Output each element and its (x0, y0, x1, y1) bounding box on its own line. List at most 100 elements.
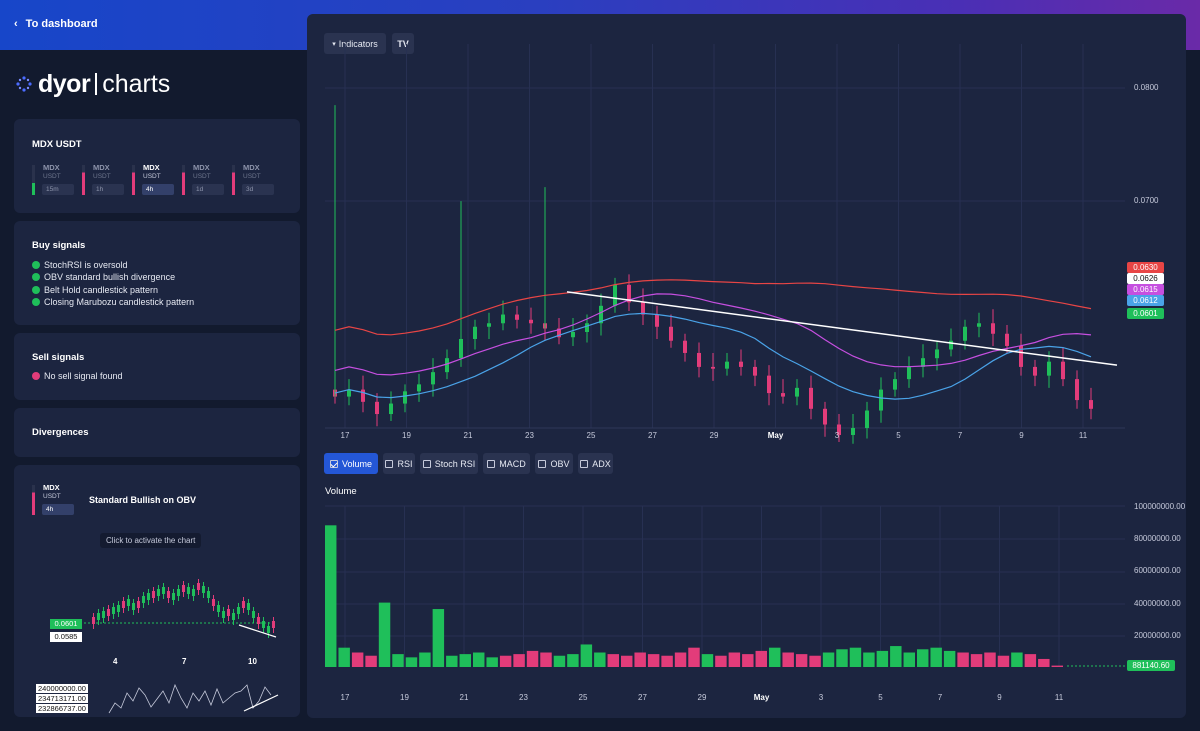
timeframe-quote: USDT (43, 173, 61, 180)
mini-candle-body (92, 617, 95, 624)
timeframe-quote: USDT (243, 173, 261, 180)
smile-icon (32, 261, 40, 269)
volume-bar (365, 655, 377, 667)
mini-candle-body (252, 611, 255, 618)
timeframe-1h[interactable]: MDX USDT 1h (82, 163, 132, 199)
volume-bar (338, 647, 350, 667)
dyor-charts-logo[interactable]: dyor charts (14, 68, 170, 100)
volume-x-tick: 9 (997, 693, 1002, 702)
mini-candle-body (162, 587, 165, 594)
mini-obv-divergence-line (243, 694, 279, 712)
timeframe-symbol: MDX (43, 163, 60, 172)
volume-bar (849, 647, 862, 667)
volume-bar (1038, 658, 1050, 667)
volume-bar (795, 654, 808, 667)
volume-x-tick: 5 (878, 693, 883, 702)
volume-bar (809, 655, 821, 667)
volume-bar (432, 609, 445, 667)
volume-bar (647, 654, 660, 667)
mini-candle-body (132, 603, 135, 610)
volume-bar (540, 652, 552, 667)
timeframe-label: 1h (92, 184, 124, 195)
mini-candle-body (142, 596, 145, 603)
mini-candle-body (137, 601, 140, 608)
volume-x-tick: 21 (459, 693, 469, 702)
volume-bar (782, 652, 794, 667)
divergences-card[interactable]: Divergences (14, 408, 300, 457)
volume-chart[interactable] (307, 14, 1186, 718)
buy-signal-item: StochRSI is oversold (32, 260, 128, 270)
sell-signals-title: Sell signals (32, 352, 85, 363)
volume-bar (836, 649, 848, 667)
divergence-mini-chart[interactable] (14, 465, 300, 717)
mini-candle-body (247, 603, 250, 610)
timeframe-3d[interactable]: MDX USDT 3d (232, 163, 282, 199)
volume-bar (486, 657, 498, 667)
sell-signals-card: Sell signals No sell signal found (14, 333, 300, 400)
volume-bar (674, 652, 687, 667)
volume-x-tick: 27 (638, 693, 647, 702)
trend-bar (232, 165, 235, 195)
mini-candle-body (217, 605, 220, 612)
volume-x-tick: 23 (519, 693, 528, 702)
volume-bar (607, 654, 619, 667)
volume-bar (755, 650, 767, 667)
mini-candle-body (197, 583, 200, 590)
timeframe-quote: USDT (143, 173, 161, 180)
volume-x-tick: 19 (400, 693, 409, 702)
mini-candle-body (257, 617, 260, 624)
logo-product: charts (102, 69, 171, 98)
smile-icon (32, 285, 40, 294)
volume-bar (1011, 652, 1023, 667)
volume-bar (594, 652, 606, 667)
pair-title: MDX USDT (32, 139, 82, 150)
volume-bar (876, 650, 889, 667)
mini-candle-body (232, 613, 235, 620)
mini-candle-body (272, 621, 275, 628)
pair-card: MDX USDT MDX USDT 15m MDX USDT 1h MDX USDT 4h MDX… (14, 119, 300, 213)
mini-candle-body (112, 607, 115, 614)
mini-candle-body (117, 605, 120, 612)
mini-candle-body (222, 611, 225, 618)
main-chart-panel: ▾ Indicators TV 0.0800 0.0700 17 19 21 23 25 27… (307, 14, 1186, 718)
volume-y-tick: 60000000.00 (1134, 566, 1181, 575)
volume-bar (567, 654, 579, 667)
mini-candle-body (187, 587, 190, 594)
timeframe-list: MDX USDT 15m MDX USDT 1h MDX USDT 4h MDX USDT 1d MDX… (32, 163, 282, 199)
to-dashboard-link[interactable]: ‹ To dashboard (14, 18, 98, 30)
mini-candle-body (267, 626, 270, 633)
timeframe-label: 1d (192, 184, 224, 195)
mini-candle-body (227, 609, 230, 616)
volume-bar (728, 652, 741, 667)
mini-divergence-line (238, 624, 277, 638)
volume-bar (997, 655, 1010, 667)
volume-x-tick: 11 (1054, 693, 1064, 702)
buy-signal-item: Closing Marubozu candlestick pattern (32, 297, 194, 307)
timeframe-quote: USDT (193, 173, 211, 180)
divergence-preview-card[interactable]: MDX USDT 4h Standard Bullish on OBV Clic… (14, 465, 300, 717)
volume-bar (580, 644, 593, 667)
timeframe-1d[interactable]: MDX USDT 1d (182, 163, 232, 199)
volume-bar (863, 652, 875, 667)
mini-x-tick: 7 (182, 657, 187, 666)
mini-candle-body (262, 621, 265, 628)
timeframe-label: 4h (142, 184, 174, 195)
timeframe-4h[interactable]: MDX USDT 4h (132, 163, 182, 199)
buy-signal-item: OBV standard bullish divergence (32, 272, 175, 282)
sad-face-icon (32, 372, 40, 380)
volume-bar (715, 655, 727, 667)
trend-bar (32, 165, 35, 195)
buy-signal-item: Belt Hold candlestick pattern (32, 285, 158, 295)
mini-candle-body (182, 585, 185, 592)
volume-bar (553, 655, 566, 667)
mini-obv-line (108, 683, 272, 714)
volume-bar (970, 654, 983, 667)
volume-bar (499, 655, 512, 667)
timeframe-symbol: MDX (93, 163, 110, 172)
volume-bar (903, 652, 915, 667)
dots-logo-icon (16, 76, 32, 92)
timeframe-15m[interactable]: MDX USDT 15m (32, 163, 82, 199)
volume-bar (513, 654, 525, 667)
mini-candle-body (212, 599, 215, 606)
arrow-left-icon: ‹ (14, 18, 18, 30)
